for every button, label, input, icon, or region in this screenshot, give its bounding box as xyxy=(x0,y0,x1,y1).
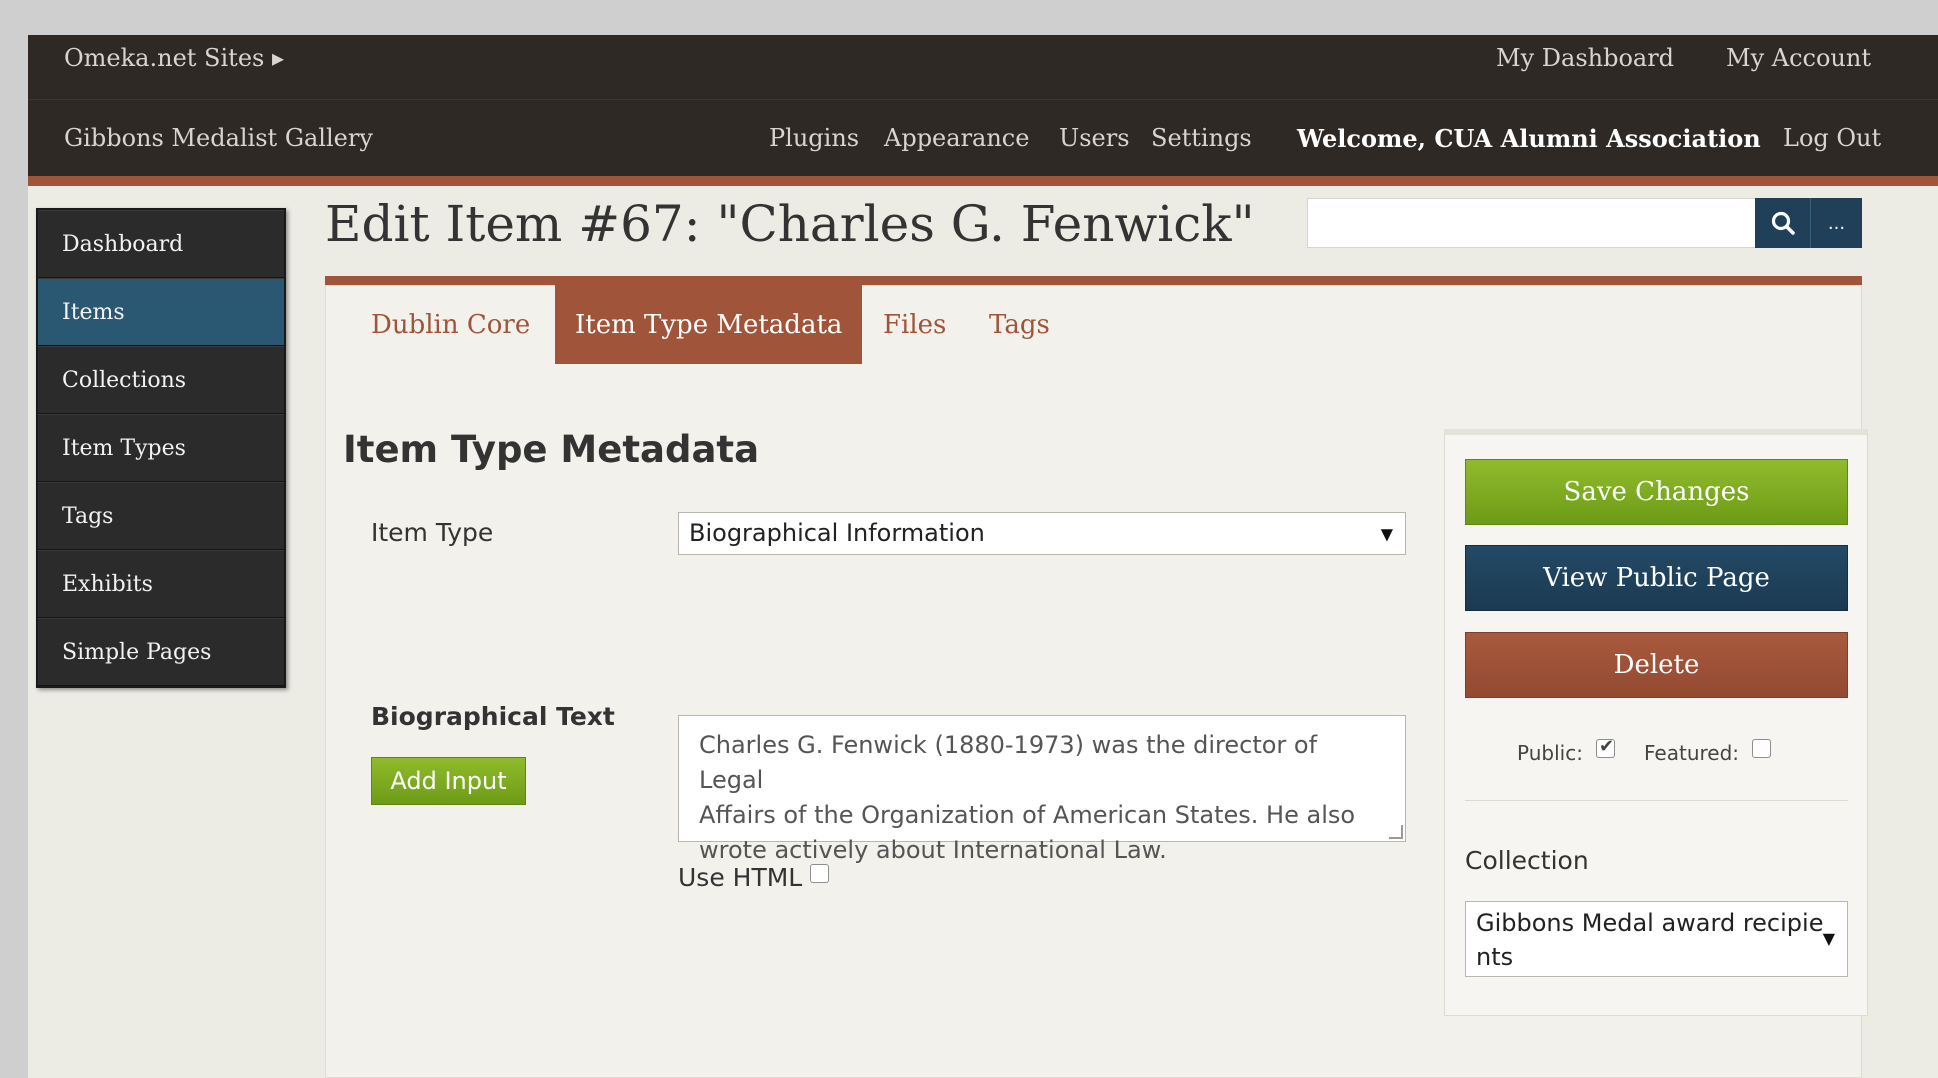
sidebar-nav: Dashboard Items Collections Item Types T… xyxy=(36,208,286,688)
chevron-down-icon: ▼ xyxy=(1822,929,1835,948)
bio-text-line: Affairs of the Organization of American … xyxy=(699,801,1356,829)
collection-label: Collection xyxy=(1465,846,1589,875)
use-html-label: Use HTML xyxy=(678,863,803,892)
delete-button[interactable]: Delete xyxy=(1465,632,1848,698)
item-type-selected-value: Biographical Information xyxy=(689,519,985,547)
my-dashboard-link[interactable]: My Dashboard xyxy=(1496,44,1674,72)
site-name-link[interactable]: Gibbons Medalist Gallery xyxy=(64,124,373,152)
featured-checkbox[interactable] xyxy=(1752,739,1771,758)
chevron-down-icon: ▼ xyxy=(1380,524,1393,543)
sidebar-item-tags[interactable]: Tags xyxy=(38,482,284,550)
sidebar-item-dashboard[interactable]: Dashboard xyxy=(38,210,284,278)
sidebar-item-collections[interactable]: Collections xyxy=(38,346,284,414)
collection-select[interactable]: Gibbons Medal award recipie nts ▼ xyxy=(1465,901,1848,977)
add-input-button[interactable]: Add Input xyxy=(371,757,526,805)
featured-label: Featured: xyxy=(1644,741,1740,765)
public-label: Public: xyxy=(1517,741,1583,765)
panel-divider xyxy=(1465,800,1848,801)
header-accent-line xyxy=(28,176,1938,186)
advanced-search-button[interactable]: ... xyxy=(1810,198,1862,248)
bio-text-line: Charles G. Fenwick (1880-1973) was the d… xyxy=(699,731,1318,794)
view-public-page-button[interactable]: View Public Page xyxy=(1465,545,1848,611)
sidebar-item-simple-pages[interactable]: Simple Pages xyxy=(38,618,284,686)
item-type-label: Item Type xyxy=(371,518,494,547)
welcome-user: Welcome, CUA Alumni Association xyxy=(1297,124,1761,153)
page-title: Edit Item #67: "Charles G. Fenwick" xyxy=(325,195,1255,253)
search-button[interactable] xyxy=(1755,198,1810,248)
tab-item-type-metadata[interactable]: Item Type Metadata xyxy=(555,285,863,364)
sidebar-item-item-types[interactable]: Item Types xyxy=(38,414,284,482)
biographical-text-field[interactable]: Charles G. Fenwick (1880-1973) was the d… xyxy=(678,715,1406,864)
section-title: Item Type Metadata xyxy=(343,428,760,471)
omeka-sites-menu[interactable]: Omeka.net Sites ▸ xyxy=(64,44,284,72)
logout-link[interactable]: Log Out xyxy=(1783,124,1881,152)
content-accent-border xyxy=(325,276,1862,285)
search-input[interactable] xyxy=(1307,198,1757,248)
my-account-link[interactable]: My Account xyxy=(1726,44,1871,72)
item-type-select[interactable]: Biographical Information ▼ xyxy=(678,512,1406,555)
public-checkbox[interactable] xyxy=(1596,736,1615,758)
tab-tags[interactable]: Tags xyxy=(989,285,1050,364)
search-icon xyxy=(1771,211,1795,235)
sidebar-item-exhibits[interactable]: Exhibits xyxy=(38,550,284,618)
nav-plugins[interactable]: Plugins xyxy=(769,124,859,152)
tab-files[interactable]: Files xyxy=(883,285,946,364)
tab-dublin-core[interactable]: Dublin Core xyxy=(371,285,530,364)
use-html-checkbox[interactable] xyxy=(810,864,829,883)
nav-appearance[interactable]: Appearance xyxy=(884,124,1029,152)
biographical-text-label: Biographical Text xyxy=(371,702,615,731)
nav-users[interactable]: Users xyxy=(1059,124,1130,152)
resize-handle[interactable] xyxy=(1389,825,1403,839)
collection-selected-line: Gibbons Medal award recipie xyxy=(1476,909,1824,937)
save-changes-button[interactable]: Save Changes xyxy=(1465,459,1848,525)
nav-settings[interactable]: Settings xyxy=(1151,124,1252,152)
collection-selected-line: nts xyxy=(1476,943,1514,971)
sidebar-item-items[interactable]: Items xyxy=(38,278,284,346)
